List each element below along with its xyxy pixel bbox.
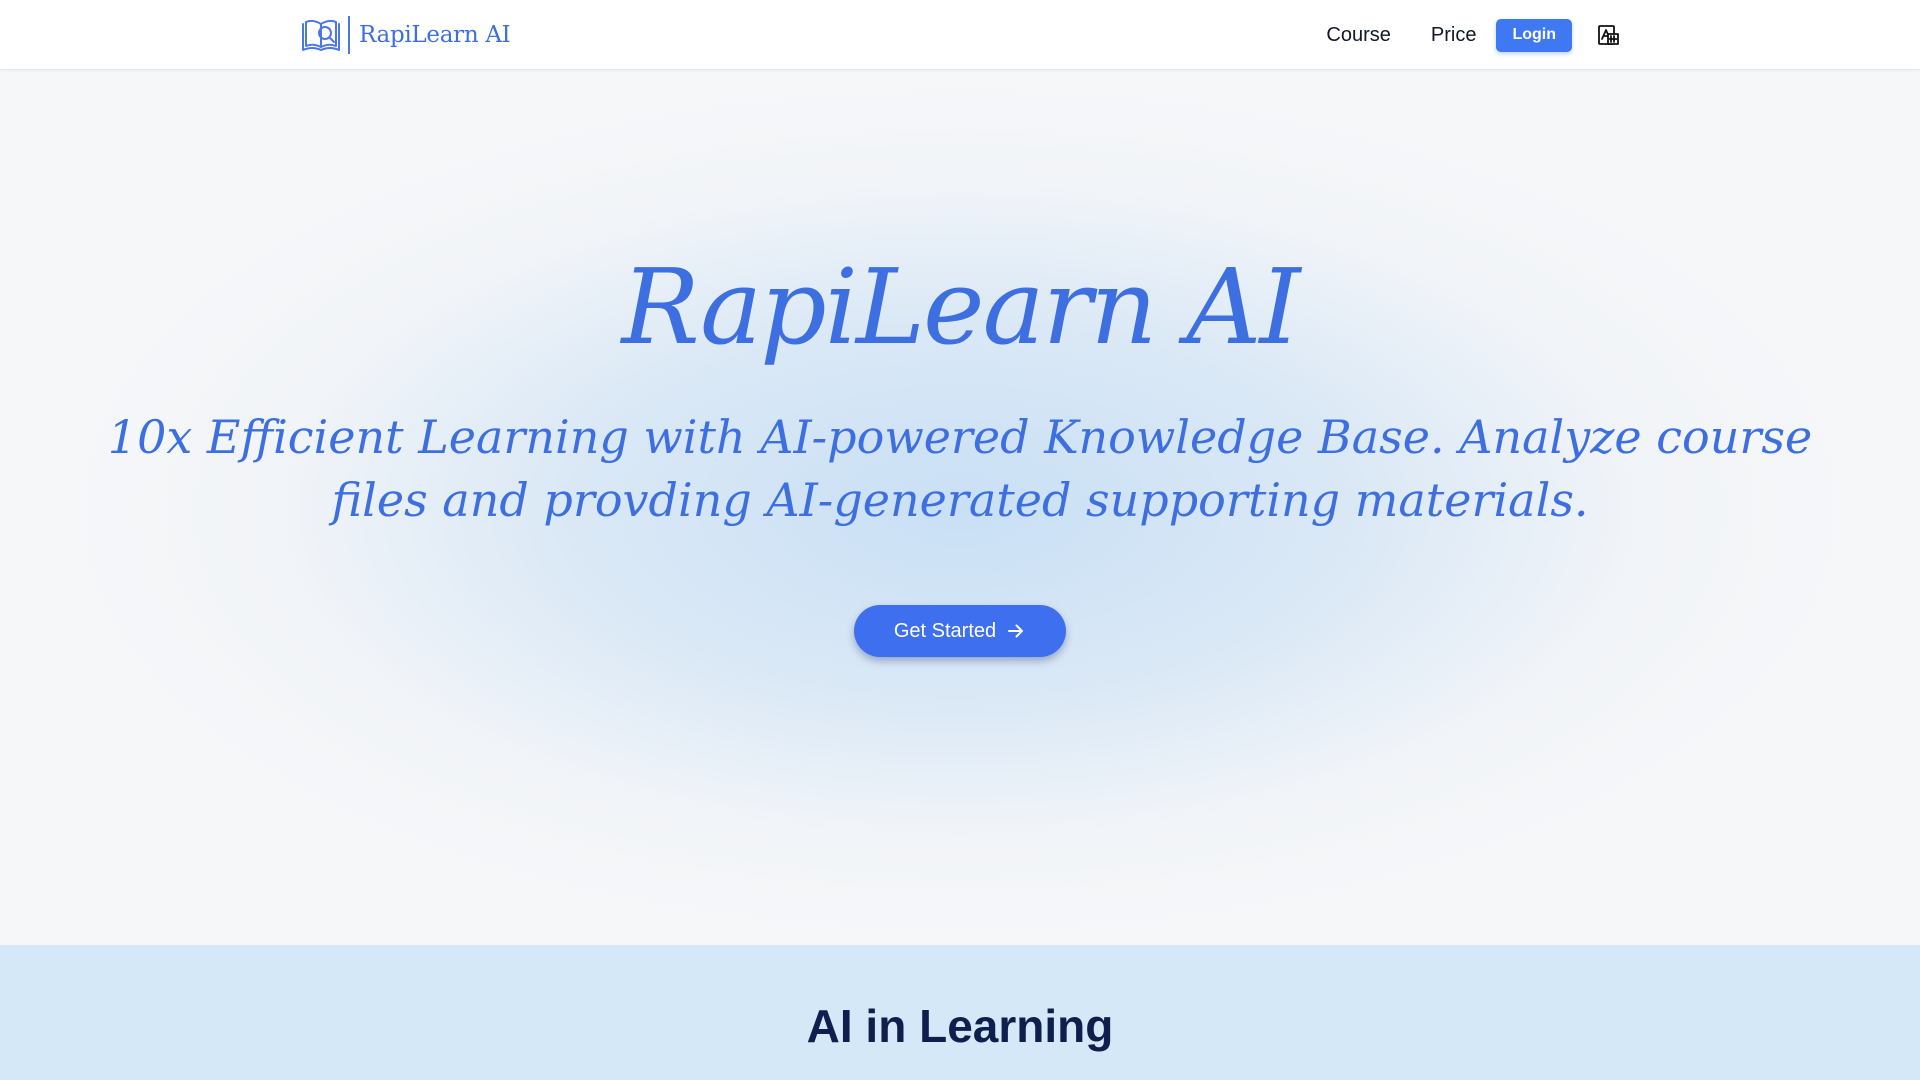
get-started-label: Get Started — [893, 619, 997, 642]
hero-subtitle: 10x Efficient Learning with AI-powered K… — [107, 410, 1813, 527]
brand-logo[interactable]: RapiLearn AI — [300, 14, 511, 56]
nav-course-link[interactable]: Course — [1326, 24, 1390, 47]
book-search-icon — [302, 19, 340, 51]
get-started-button[interactable]: Get Started — [854, 605, 1066, 657]
translate-icon[interactable] — [1596, 23, 1620, 47]
top-navbar: RapiLearn AI Course Price Login — [0, 0, 1920, 70]
ai-in-learning-section: AI in Learning — [0, 945, 1920, 1080]
nav-price-link[interactable]: Price — [1431, 24, 1477, 47]
login-button[interactable]: Login — [1496, 18, 1572, 52]
section-title: AI in Learning — [806, 1000, 1114, 1052]
brand-name: RapiLearn AI — [359, 22, 511, 48]
main-nav: Course Price Login — [1326, 0, 1620, 70]
brand-divider — [348, 16, 350, 54]
hero-title: RapiLearn AI — [621, 246, 1300, 368]
hero-section: RapiLearn AI 10x Efficient Learning with… — [0, 70, 1920, 945]
arrow-right-icon — [1008, 624, 1024, 638]
